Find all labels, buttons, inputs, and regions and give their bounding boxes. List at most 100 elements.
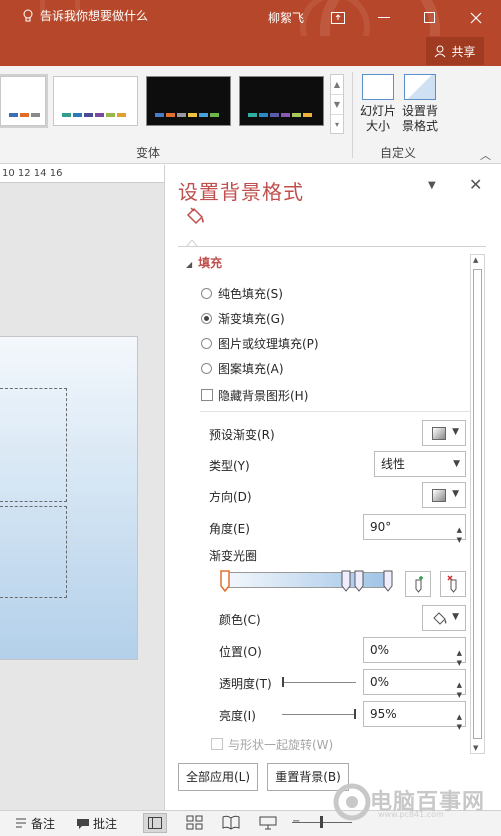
ribbon-display-options-icon[interactable] xyxy=(318,0,358,36)
chevron-down-icon: ▼ xyxy=(453,459,460,469)
hide-bg-checkbox[interactable] xyxy=(201,389,213,401)
gallery-up-icon[interactable]: ▲ xyxy=(331,75,343,95)
transparency-slider-thumb[interactable] xyxy=(282,677,284,687)
pane-options-icon[interactable]: ▼ xyxy=(428,180,436,191)
variant-thumbnail-2[interactable] xyxy=(53,76,138,126)
slideshow-icon[interactable] xyxy=(259,815,277,830)
spin-down-icon[interactable]: ▼ xyxy=(457,528,462,552)
normal-view-button[interactable] xyxy=(143,813,167,833)
add-stop-icon xyxy=(415,576,423,593)
watermark-logo: 电脑百事网 www.pc841.com xyxy=(332,782,501,822)
user-name[interactable]: 柳絮飞 xyxy=(268,9,304,26)
chevron-down-icon: ▼ xyxy=(452,489,459,499)
hide-bg-label[interactable]: 隐藏背景图形(H) xyxy=(218,387,308,404)
solid-fill-label[interactable]: 纯色填充(S) xyxy=(218,285,283,302)
gradient-stop-4[interactable] xyxy=(383,570,393,592)
brightness-slider[interactable] xyxy=(282,714,356,715)
add-gradient-stop-button[interactable] xyxy=(405,571,431,597)
comments-label: 批注 xyxy=(93,817,118,831)
gradient-stops-bar[interactable] xyxy=(220,570,394,592)
subtitle-placeholder[interactable] xyxy=(0,506,67,598)
close-window-button[interactable] xyxy=(456,0,496,36)
format-bg-label-1: 设置背 xyxy=(401,104,438,118)
picture-fill-label[interactable]: 图片或纹理填充(P) xyxy=(218,335,319,352)
direction-swatch-icon xyxy=(432,489,446,502)
share-label: 共享 xyxy=(451,44,476,59)
fill-section-header[interactable]: ◢ 填充 xyxy=(186,254,222,271)
collapse-triangle-icon: ◢ xyxy=(186,260,193,269)
angle-spinner[interactable]: 90° ▲ ▼ xyxy=(363,514,466,544)
variant-thumbnail-4[interactable] xyxy=(239,76,324,126)
title-placeholder[interactable] xyxy=(0,388,67,502)
pattern-fill-label[interactable]: 图案填充(A) xyxy=(218,360,284,377)
gradient-swatch-icon xyxy=(432,427,446,440)
remove-gradient-stop-button[interactable] xyxy=(440,571,466,597)
radio-solid-fill[interactable] xyxy=(201,288,212,299)
scrollbar-thumb[interactable] xyxy=(473,269,482,739)
scroll-down-icon[interactable]: ▼ xyxy=(473,744,478,752)
color-label: 颜色(C) xyxy=(219,613,261,627)
tell-me-search[interactable]: 告诉我你想要做什么 xyxy=(22,7,148,24)
chevron-down-icon: ▼ xyxy=(452,427,459,437)
gallery-down-icon[interactable]: ▼ xyxy=(331,95,343,115)
minimize-button[interactable] xyxy=(364,0,404,36)
position-spinner[interactable]: 0% ▲ ▼ xyxy=(363,637,466,667)
watermark-icon xyxy=(333,783,371,821)
transparency-slider[interactable] xyxy=(282,682,356,683)
pane-scrollbar[interactable]: ▲ ▼ xyxy=(470,254,485,754)
slide-sorter-icon[interactable] xyxy=(186,815,204,830)
transparency-value: 0% xyxy=(370,675,390,689)
fill-section-label: 填充 xyxy=(198,256,223,270)
zoom-out-icon[interactable]: − xyxy=(292,817,300,827)
spin-down-icon[interactable]: ▼ xyxy=(457,715,462,739)
gradient-stop-3[interactable] xyxy=(354,570,364,592)
comments-button[interactable]: 批注 xyxy=(76,815,117,832)
gradient-fill-label[interactable]: 渐变填充(G) xyxy=(218,310,285,327)
apply-to-all-button[interactable]: 全部应用(L) xyxy=(178,763,258,791)
slide-size-label-1: 幻灯片 xyxy=(359,104,396,118)
variant-thumbnail-3[interactable] xyxy=(146,76,231,126)
type-value: 线性 xyxy=(381,457,406,471)
type-label: 类型(Y) xyxy=(209,459,250,473)
slide-size-label-2: 大小 xyxy=(365,119,390,133)
direction-dropdown[interactable]: ▼ xyxy=(422,482,466,508)
customize-group-label: 自定义 xyxy=(380,146,417,160)
gradient-stop-2[interactable] xyxy=(341,570,351,592)
gradient-stop-1[interactable] xyxy=(220,570,230,592)
rotate-with-shape-checkbox[interactable] xyxy=(211,738,223,750)
collapse-ribbon-icon[interactable]: ︿ xyxy=(480,147,491,163)
close-pane-icon[interactable]: ✕ xyxy=(469,175,482,194)
radio-gradient-fill[interactable] xyxy=(201,313,212,324)
radio-picture-fill[interactable] xyxy=(201,338,212,349)
zoom-slider-thumb[interactable] xyxy=(320,816,323,828)
radio-pattern-fill[interactable] xyxy=(201,363,212,374)
tab-underline xyxy=(178,246,486,247)
paint-bucket-icon xyxy=(433,612,447,625)
brightness-spinner[interactable]: 95% ▲ ▼ xyxy=(363,701,466,731)
slide-size-button[interactable]: 幻灯片 大小 xyxy=(357,72,399,142)
gradient-stops-label: 渐变光圈 xyxy=(209,549,258,563)
format-background-icon xyxy=(404,74,436,100)
gallery-more-icon[interactable]: ▾ xyxy=(331,115,343,135)
format-bg-label-2: 景格式 xyxy=(401,119,438,133)
notes-label: 备注 xyxy=(31,817,56,831)
paint-bucket-icon[interactable] xyxy=(182,205,208,229)
variant-thumbnail-1[interactable] xyxy=(0,74,48,128)
type-dropdown[interactable]: 线性 ▼ xyxy=(374,451,466,477)
transparency-spinner[interactable]: 0% ▲ ▼ xyxy=(363,669,466,699)
tell-me-text: 告诉我你想要做什么 xyxy=(40,9,149,23)
reading-view-icon[interactable] xyxy=(222,815,240,830)
format-background-button[interactable]: 设置背 景格式 xyxy=(399,72,441,142)
variants-gallery-scroll[interactable]: ▲ ▼ ▾ xyxy=(330,74,344,134)
color-picker-button[interactable]: ▼ xyxy=(422,605,466,631)
pane-title: 设置背景格式 xyxy=(178,180,304,204)
preset-gradient-dropdown[interactable]: ▼ xyxy=(422,420,466,446)
brightness-slider-thumb[interactable] xyxy=(354,709,356,719)
watermark-url: www.pc841.com xyxy=(378,810,444,819)
maximize-button[interactable] xyxy=(410,0,450,36)
notes-button[interactable]: 备注 xyxy=(14,815,55,832)
scroll-up-icon[interactable]: ▲ xyxy=(473,256,478,264)
share-button[interactable]: 共享 xyxy=(426,37,484,65)
lightbulb-icon xyxy=(23,9,33,21)
ribbon-separator xyxy=(352,72,353,158)
